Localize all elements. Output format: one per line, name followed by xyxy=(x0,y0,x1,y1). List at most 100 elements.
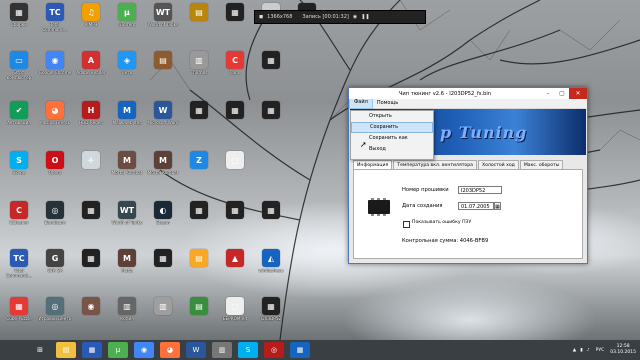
desktop-icon[interactable]: G GTA SA xyxy=(38,248,72,292)
desktop-icon[interactable]: ✈ xyxy=(74,150,108,194)
desktop-icon[interactable]: ▦ xyxy=(254,50,288,94)
desktop-icon[interactable]: M Mafia xyxy=(110,248,144,292)
desktop-icon[interactable]: ▤ xyxy=(146,50,180,94)
chrome-icon[interactable]: ◉ xyxy=(134,342,154,358)
desktop-icon[interactable]: W Microsoft Word xyxy=(146,100,180,144)
desktop-icon[interactable]: O Opera xyxy=(38,150,72,194)
desktop-icon-glyph: WT xyxy=(118,201,136,219)
desktop-icon[interactable]: S Skype xyxy=(2,150,36,194)
firefox-icon[interactable]: ◕ xyxy=(160,342,180,358)
firmware-field[interactable]: I203DP52 xyxy=(458,186,502,194)
desktop-icon[interactable]: WT World of Tanks xyxy=(110,200,144,244)
desktop-icon[interactable]: TC Total Command… xyxy=(2,248,36,292)
desktop-icon-label: Активация xyxy=(7,120,31,125)
desktop-icon[interactable]: Z xyxy=(182,150,216,194)
desktop-icon[interactable]: ◎ Игровой центр xyxy=(38,296,72,340)
title-bar[interactable]: Чип тюнинг v2.6 - I203DP52_fs.bin – ▢ ✕ xyxy=(349,88,587,99)
pause-icon[interactable]: ❚❚ xyxy=(361,14,369,20)
clock[interactable]: 12:58 03.10.2015 xyxy=(610,344,636,356)
desktop-icon[interactable]: ▦ xyxy=(74,248,108,292)
close-button[interactable]: ✕ xyxy=(569,88,587,99)
desktop-icon[interactable]: M Mortal Kombat xyxy=(146,150,180,194)
desktop-icon[interactable]: ◉ Google Chrome xyxy=(38,50,72,94)
desktop-icon[interactable]: ▦ xyxy=(74,200,108,244)
camera-icon[interactable]: ◉ xyxy=(353,14,357,20)
desktop-icon[interactable]: ▦ xyxy=(254,100,288,144)
desktop-icon[interactable]: ▥ Thumbs xyxy=(182,50,216,94)
desktop-icon[interactable]: ▦ xyxy=(146,248,180,292)
desktop-icon[interactable]: ▦ xyxy=(254,200,288,244)
tray-arrow-icon[interactable]: ▲ xyxy=(573,348,576,353)
chip-tuning-task-icon[interactable]: ▦ xyxy=(290,342,310,358)
desktop-icon[interactable]: C CCleaner xyxy=(2,200,36,244)
desktop-icon-glyph: ▦ xyxy=(10,297,28,315)
desktop-icon[interactable]: ▭ Этот компьютер xyxy=(2,50,36,94)
desktop-icon[interactable]: ◭ winflashecu xyxy=(254,248,288,292)
desktop-icon[interactable]: A Adobe Reader xyxy=(74,50,108,94)
date-label: Дата создания xyxy=(402,203,443,209)
desktop-icon[interactable]: C Car... xyxy=(218,50,252,94)
desktop-icon[interactable]: ◉ xyxy=(74,296,108,340)
desktop-icon[interactable]: WT World of Tanks xyxy=(146,2,180,46)
app-icon[interactable]: ▥ xyxy=(212,342,232,358)
start-button[interactable]: ⊞ xyxy=(30,342,50,358)
desktop-icon[interactable]: ▢ xyxy=(254,2,288,46)
desktop-icon[interactable]: M Malwarebytes xyxy=(110,100,144,144)
desktop-icon[interactable]: ▤ xyxy=(182,2,216,46)
utorrent-icon[interactable]: µ xyxy=(108,342,128,358)
explorer-icon[interactable]: ▤ xyxy=(56,342,76,358)
recorder-icon[interactable]: ◼ xyxy=(259,14,263,20)
desktop-icon[interactable]: ◈ Сеть xyxy=(110,50,144,94)
skype-icon[interactable]: S xyxy=(238,342,258,358)
language-indicator[interactable]: РУС xyxy=(596,348,605,353)
bandicam-icon[interactable]: ◎ xyxy=(264,342,284,358)
desktop-icon[interactable]: ◐ Steam xyxy=(146,200,180,244)
desktop-icon[interactable]: ▦ xyxy=(218,100,252,144)
desktop-icon[interactable]: M Mortal Kombat xyxy=(110,150,144,194)
menu-file[interactable]: Файл xyxy=(349,98,373,109)
desktop-icon[interactable]: ▥ Копия xyxy=(110,296,144,340)
desktop-icon[interactable]: ▥ xyxy=(146,296,180,340)
desktop-icon[interactable]: ▲ xyxy=(218,248,252,292)
desktop-icon[interactable]: ▦ Cube Puzzle xyxy=(2,296,36,340)
desktop-icon[interactable]: ▦ xyxy=(290,2,324,46)
desktop-icon-label: Сборки xyxy=(11,22,27,27)
desktop-icon[interactable]: ▤ xyxy=(182,296,216,340)
menu-item-open[interactable]: Открыть xyxy=(351,111,433,122)
desktop-icon-glyph: ◈ xyxy=(118,51,136,69)
date-field[interactable]: 01.07.2005 xyxy=(458,202,494,210)
desktop-icon[interactable]: H HDD Regen xyxy=(74,100,108,144)
taskbar: ⊞ ▤ ▦ µ ◉ ◕ W ▥ S ◎ ▦ ▲ ▮ ♪ РУС 12:58 03… xyxy=(0,340,640,360)
desktop-icon[interactable]: µ uTorrent xyxy=(110,2,144,46)
desktop-icon[interactable]: ✔ Активация xyxy=(2,100,36,144)
desktop-icon[interactable]: ▤ xyxy=(182,248,216,292)
desktop-icon-glyph: ▢ xyxy=(226,297,244,315)
desktop-icon[interactable]: ▦ xyxy=(218,200,252,244)
desktop-icon-label: EEPROM.elf xyxy=(222,316,248,321)
desktop-icon[interactable]: ◕ Mozilla Firefox xyxy=(38,100,72,144)
desktop-icon[interactable]: ▦ xyxy=(218,2,252,46)
desktop-icon[interactable]: ▢ EEPROM.elf xyxy=(218,296,252,340)
desktop-icon[interactable]: ▦ xyxy=(182,200,216,244)
desktop-icon-glyph: ▥ xyxy=(118,297,136,315)
calendar-icon[interactable]: ▦ xyxy=(494,202,501,210)
menu-help[interactable]: Помощь xyxy=(373,99,402,108)
desktop-icon[interactable]: ◎ Bandicam xyxy=(38,200,72,244)
total-commander-icon[interactable]: ▦ xyxy=(82,342,102,358)
rom-error-checkbox[interactable] xyxy=(403,221,410,228)
desktop-icon-label: Mafia xyxy=(121,268,133,273)
desktop-icon[interactable]: TC Total Command… xyxy=(38,2,72,46)
menu-item-save[interactable]: Сохранить xyxy=(351,122,433,133)
word-icon[interactable]: W xyxy=(186,342,206,358)
minimize-button[interactable]: – xyxy=(541,88,555,99)
desktop-icon-glyph: M xyxy=(118,101,136,119)
desktop-icon[interactable]: ♫ AIMP3 xyxy=(74,2,108,46)
volume-icon[interactable]: ♪ xyxy=(587,348,590,353)
desktop-icon[interactable]: ▦ Сборки xyxy=(2,2,36,46)
desktop-icon-label: World of Tanks xyxy=(147,22,179,27)
desktop-icon[interactable]: ▦ xyxy=(182,100,216,144)
desktop-icon[interactable]: ▦ I203DP52 xyxy=(254,296,288,340)
network-icon[interactable]: ▮ xyxy=(580,348,582,353)
maximize-button[interactable]: ▢ xyxy=(555,88,569,99)
desktop-icon[interactable]: ▢ xyxy=(218,150,252,194)
